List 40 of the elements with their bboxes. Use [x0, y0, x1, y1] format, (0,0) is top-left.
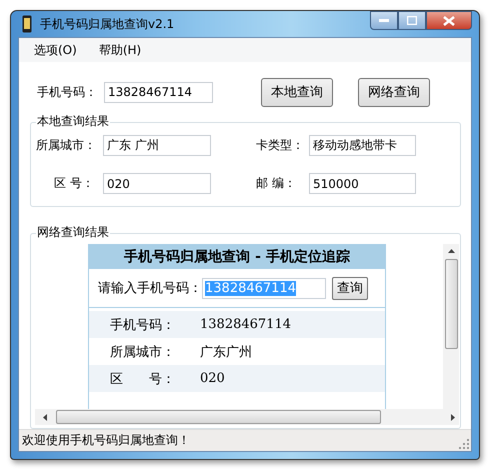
- row-label: 所属城市：: [110, 344, 176, 360]
- phone-label: 手机号码：: [37, 84, 98, 100]
- query-button[interactable]: 网络查询: [358, 78, 430, 106]
- field-label: 邮 编：: [255, 175, 297, 192]
- horizontal-scrollbar[interactable]: [35, 409, 459, 425]
- menu-item[interactable]: 选项(O): [34, 42, 77, 58]
- row-value: 广东广州: [200, 344, 252, 360]
- resize-grip-icon[interactable]: [459, 439, 469, 449]
- right-arrow-icon[interactable]: [451, 414, 455, 420]
- query-button[interactable]: 本地查询: [261, 78, 333, 106]
- search-button[interactable]: 查询: [332, 276, 368, 300]
- result-field[interactable]: 移动动感地带卡: [309, 135, 416, 156]
- scrollbar-thumb[interactable]: [56, 410, 381, 424]
- row-label: 手机号码：: [110, 316, 176, 334]
- prompt-label: 请输入手机号码：: [98, 280, 202, 297]
- result-field[interactable]: 510000: [309, 173, 416, 194]
- group-title: 本地查询结果: [36, 114, 110, 129]
- field-label: 区 号：: [53, 175, 95, 192]
- group-title: 网络查询结果: [36, 225, 110, 240]
- left-arrow-icon[interactable]: [43, 414, 47, 420]
- result-field[interactable]: 广东 广州: [103, 135, 211, 156]
- field-label: 卡类型：: [255, 137, 305, 154]
- close-button[interactable]: [426, 11, 472, 30]
- status-text: 欢迎使用手机号码归属地查询！: [22, 432, 190, 449]
- scrollbar-thumb[interactable]: [444, 259, 458, 349]
- row-label: 区 号：: [110, 370, 176, 388]
- phone-icon: [22, 15, 32, 33]
- result-field[interactable]: 020: [103, 173, 211, 194]
- minimize-button[interactable]: [370, 11, 398, 30]
- vertical-scrollbar[interactable]: [443, 244, 459, 409]
- maximize-button[interactable]: [398, 11, 426, 30]
- row-value: 020: [200, 371, 225, 386]
- phone-input-field[interactable]: 13828467114: [104, 82, 213, 102]
- row-value: 13828467114: [200, 317, 291, 332]
- window-title: 手机号码归属地查询v2.1: [40, 16, 174, 32]
- page-heading: 手机号码归属地查询 - 手机定位追踪: [89, 245, 385, 269]
- menu-item[interactable]: 帮助(H): [98, 42, 142, 58]
- up-arrow-icon[interactable]: [448, 249, 454, 253]
- close-icon[interactable]: [443, 16, 455, 26]
- field-label: 所属城市：: [36, 137, 97, 154]
